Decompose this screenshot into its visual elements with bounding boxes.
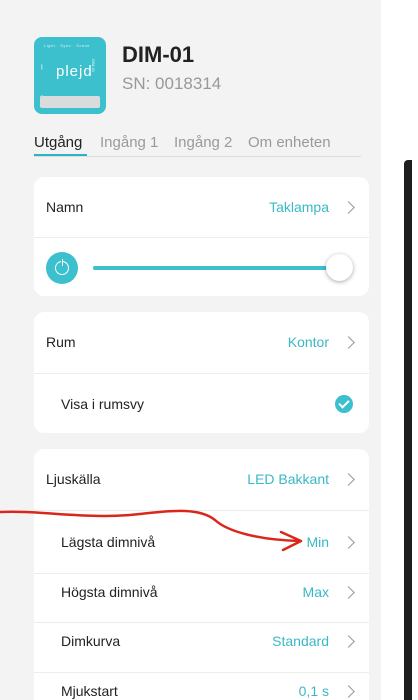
dim-curve-value: Standard [272,633,329,649]
device-name: DIM-01 [122,42,195,67]
checkmark-icon[interactable] [335,395,353,413]
chevron-right-icon [342,336,355,349]
device-image-caption: Light · Sync · Scene [44,43,91,48]
device-serial: SN: 0018314 [122,74,222,93]
device-image-model: DIM-01 [90,58,96,73]
tab-utgang[interactable]: Utgång [34,134,82,151]
light-source-value: LED Bakkant [247,471,329,487]
max-dim-row[interactable]: Högsta dimnivå Max [34,574,369,623]
name-row[interactable]: Namn Taklampa [34,177,369,238]
name-value: Taklampa [269,199,329,215]
soft-start-value: 0,1 s [298,683,329,699]
tab-ingang-1[interactable]: Ingång 1 [100,134,158,151]
phone-bezel [381,0,418,700]
soft-start-row[interactable]: Mjukstart 0,1 s [34,673,369,700]
active-tab-indicator [34,154,87,156]
light-source-label: Ljuskälla [46,471,101,487]
chevron-right-icon [342,473,355,486]
power-icon[interactable] [46,252,78,284]
dimmer-row [34,238,369,296]
room-row[interactable]: Rum Kontor [34,312,369,374]
chevron-right-icon [342,635,355,648]
show-in-room-label: Visa i rumsvy [61,396,144,412]
max-dim-value: Max [302,584,329,600]
device-image-logo: plejd [56,63,93,80]
dim-curve-row[interactable]: Dimkurva Standard [34,623,369,673]
device-image: Light · Sync · Scene ᛒ plejd DIM-01 ✱ ◦ … [34,37,106,114]
show-in-room-row[interactable]: Visa i rumsvy [34,374,369,433]
phone-side-frame [404,160,412,700]
back-arrow-fragment[interactable] [32,0,47,7]
chevron-right-icon [342,586,355,599]
tab-divider [34,156,361,157]
room-value: Kontor [287,334,329,350]
chevron-right-icon [342,536,355,549]
tab-om-enheten[interactable]: Om enheten [248,134,331,151]
room-card: Rum Kontor Visa i rumsvy [34,312,369,433]
room-label: Rum [46,334,76,350]
app-screen: Light · Sync · Scene ᛒ plejd DIM-01 ✱ ◦ … [0,0,381,700]
min-dim-label: Lägsta dimnivå [61,534,156,550]
dim-slider-thumb[interactable] [326,254,353,281]
device-terminal-block [40,96,100,108]
min-dim-row[interactable]: Lägsta dimnivå Min [34,511,369,574]
name-label: Namn [46,199,84,215]
chevron-right-icon [342,685,355,698]
output-card: Namn Taklampa [34,177,369,296]
dim-curve-label: Dimkurva [61,633,121,649]
soft-start-label: Mjukstart [61,683,118,699]
chevron-right-icon [342,201,355,214]
dim-slider-track[interactable] [93,266,333,270]
min-dim-value: Min [306,534,329,550]
light-source-card: Ljuskälla LED Bakkant Lägsta dimnivå Min… [34,449,369,700]
max-dim-label: Högsta dimnivå [61,584,158,600]
bluetooth-icon: ᛒ [40,65,44,71]
light-source-row[interactable]: Ljuskälla LED Bakkant [34,449,369,511]
tab-ingang-2[interactable]: Ingång 2 [174,134,232,151]
